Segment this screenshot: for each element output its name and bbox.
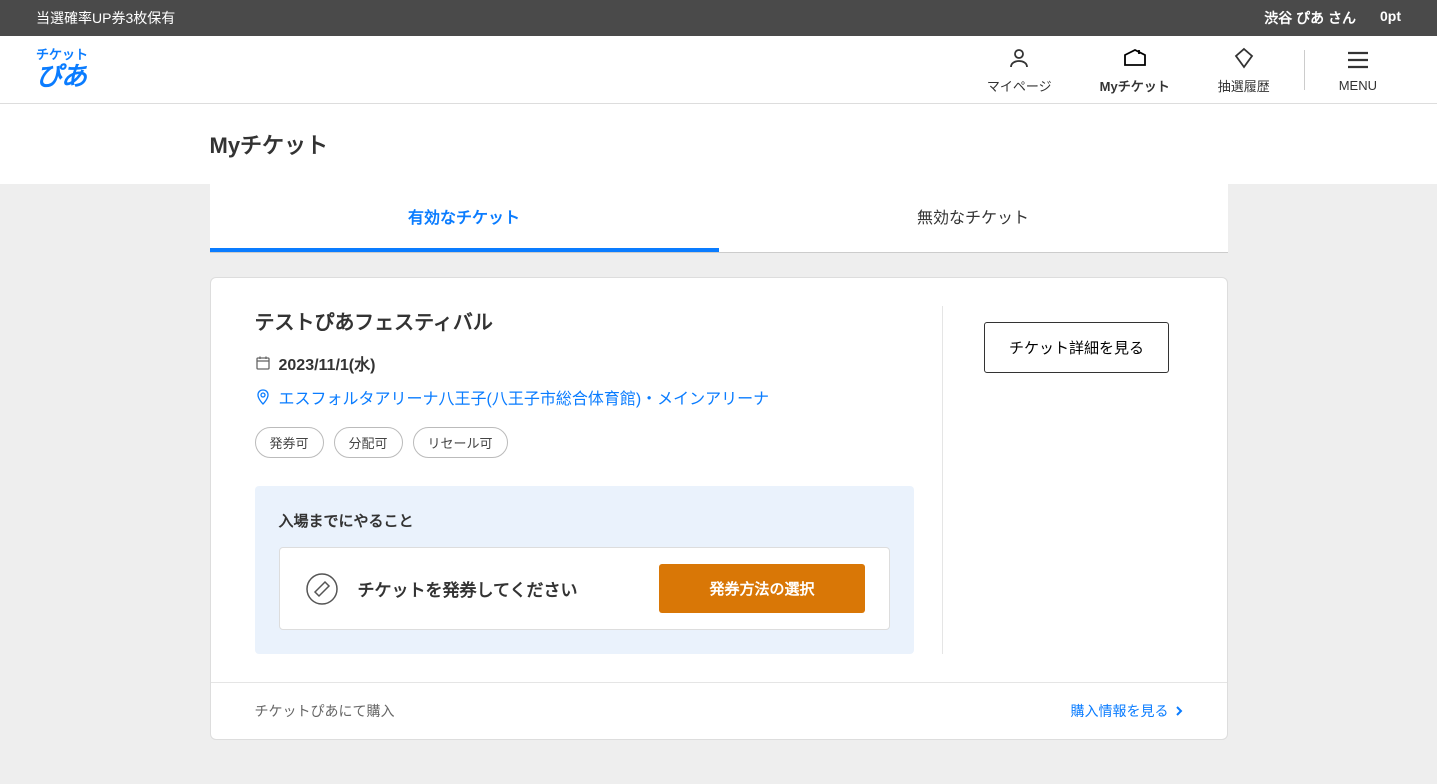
logo-bottom: ぴあ xyxy=(36,62,88,91)
ticket-detail-button[interactable]: チケット詳細を見る xyxy=(984,322,1169,373)
issue-method-button[interactable]: 発券方法の選択 xyxy=(659,564,864,613)
header: チケット ぴあ マイページ Myチケット 抽選履歴 MENU xyxy=(0,36,1437,104)
nav-menu[interactable]: MENU xyxy=(1315,46,1401,93)
coupon-status: 当選確率UP券3枚保有 xyxy=(36,8,175,28)
tab-valid[interactable]: 有効なチケット xyxy=(210,184,719,252)
calendar-icon xyxy=(255,355,271,371)
nav-label: 抽選履歴 xyxy=(1218,76,1270,95)
todo-heading: 入場までにやること xyxy=(279,510,890,531)
ticket-outline-icon xyxy=(304,571,340,607)
event-title: テストぴあフェスティバル xyxy=(255,306,914,335)
nav-mypage[interactable]: マイページ xyxy=(963,44,1076,95)
nav-label: MENU xyxy=(1339,78,1377,93)
link-label: 購入情報を見る xyxy=(1071,701,1169,721)
nav-label: マイページ xyxy=(987,76,1052,95)
purchased-at: チケットぴあにて購入 xyxy=(255,701,395,721)
todo-item: チケットを発券してください 発券方法の選択 xyxy=(279,547,890,630)
purchase-info-link[interactable]: 購入情報を見る xyxy=(1071,701,1183,721)
logo[interactable]: チケット ぴあ xyxy=(36,48,88,91)
todo-box: 入場までにやること チケットを発券してください 発券方法の選択 xyxy=(255,486,914,654)
tab-invalid[interactable]: 無効なチケット xyxy=(719,184,1228,252)
ticket-icon xyxy=(1121,44,1149,72)
nav-lottery[interactable]: 抽選履歴 xyxy=(1194,44,1294,95)
nav-label: Myチケット xyxy=(1100,76,1170,95)
nav: マイページ Myチケット 抽選履歴 MENU xyxy=(963,44,1401,95)
ticket-card: テストぴあフェスティバル 2023/11/1(水) エスフォルタアリーナ八王子(… xyxy=(210,277,1228,740)
hamburger-icon xyxy=(1344,46,1372,74)
badge: 分配可 xyxy=(334,427,403,458)
chevron-right-icon xyxy=(1175,705,1183,717)
event-date: 2023/11/1(水) xyxy=(279,351,376,375)
lottery-icon xyxy=(1230,44,1258,72)
badge: リセール可 xyxy=(413,427,508,458)
venue-link[interactable]: エスフォルタアリーナ八王子(八王子市総合体育館)・メインアリーナ xyxy=(279,385,770,409)
nav-myticket[interactable]: Myチケット xyxy=(1076,44,1194,95)
badge: 発券可 xyxy=(255,427,324,458)
page-title: Myチケット xyxy=(210,128,1228,160)
top-bar: 当選確率UP券3枚保有 渋谷 ぴあ さん 0pt xyxy=(0,0,1437,36)
todo-message: チケットを発券してください xyxy=(358,576,642,601)
points: 0pt xyxy=(1380,8,1401,28)
nav-divider xyxy=(1304,50,1305,90)
username: 渋谷 ぴあ さん xyxy=(1264,8,1356,28)
logo-top: チケット xyxy=(36,48,88,62)
tabs: 有効なチケット 無効なチケット xyxy=(210,184,1228,253)
badges: 発券可 分配可 リセール可 xyxy=(255,427,914,458)
user-icon xyxy=(1005,44,1033,72)
pin-icon xyxy=(255,389,271,405)
